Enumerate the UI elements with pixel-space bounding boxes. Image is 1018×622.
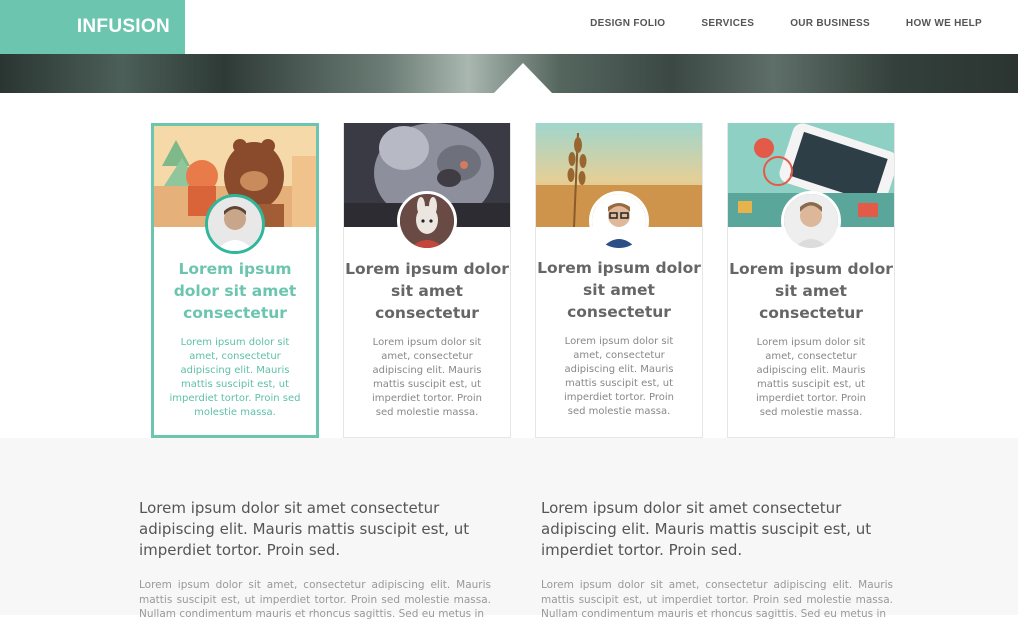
card-text: Lorem ipsum dolor sit amet, consectetur … — [169, 337, 301, 418]
feature-heading: Lorem ipsum dolor sit amet consectetur a… — [541, 499, 872, 559]
team-card-3[interactable]: Lorem ipsum dolor sit amet consectetur L… — [535, 123, 703, 438]
nav-item-services[interactable]: SERVICES — [701, 18, 754, 29]
feature-heading: Lorem ipsum dolor sit amet consectetur a… — [139, 499, 470, 559]
nav-item-design-folio[interactable]: DESIGN FOLIO — [590, 18, 665, 29]
avatar — [781, 191, 841, 251]
card-title: Lorem ipsum dolor sit amet consectetur — [729, 260, 893, 322]
nav-item-our-business[interactable]: OUR BUSINESS — [790, 18, 870, 29]
feature-column-1: Lorem ipsum dolor sit amet consectetur a… — [139, 498, 491, 622]
card-title: Lorem ipsum dolor sit amet consectetur — [345, 260, 509, 322]
card-title: Lorem ipsum dolor sit amet consectetur — [537, 259, 701, 321]
card-text: Lorem ipsum dolor sit amet, consectetur … — [371, 337, 483, 418]
site-header: INFUSION DESIGN FOLIO SERVICES OUR BUSIN… — [0, 0, 1018, 54]
avatar — [589, 191, 649, 251]
card-title: Lorem ipsum dolor sit amet consectetur — [173, 260, 297, 322]
main-nav: DESIGN FOLIO SERVICES OUR BUSINESS HOW W… — [590, 0, 1018, 46]
team-card-2[interactable]: Lorem ipsum dolor sit amet consectetur L… — [343, 123, 511, 438]
hero-pointer — [494, 63, 552, 93]
team-card-4[interactable]: Lorem ipsum dolor sit amet consectetur L… — [727, 123, 895, 438]
nav-item-how-we-help[interactable]: HOW WE HELP — [906, 18, 982, 29]
feature-column-2: Lorem ipsum dolor sit amet consectetur a… — [541, 498, 893, 622]
card-text: Lorem ipsum dolor sit amet, consectetur … — [755, 337, 867, 418]
features-section: Lorem ipsum dolor sit amet consectetur a… — [0, 438, 1018, 620]
card-text: Lorem ipsum dolor sit amet, consectetur … — [563, 336, 675, 417]
team-card-1[interactable]: Lorem ipsum dolor sit amet consectetur L… — [151, 123, 319, 438]
avatar — [397, 191, 457, 251]
avatar — [205, 194, 265, 254]
logo[interactable]: INFUSION — [0, 0, 185, 54]
